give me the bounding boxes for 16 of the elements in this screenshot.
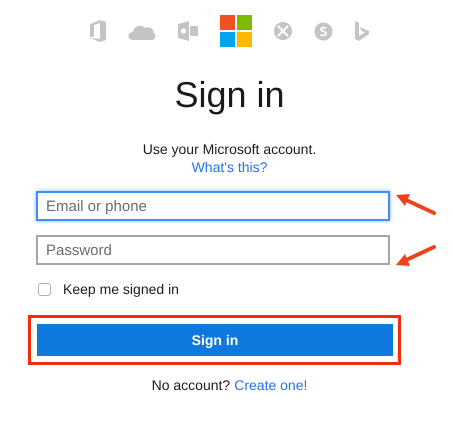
password-field[interactable]: Password: [36, 235, 390, 265]
skype-icon: [314, 22, 333, 40]
outlook-icon: [178, 21, 198, 41]
windows-logo: [220, 15, 252, 47]
bing-icon: [355, 21, 369, 41]
page-title: Sign in: [173, 77, 286, 113]
intro-text: Use your Microsoft account.: [142, 140, 316, 158]
checkbox-label: Keep me signed in: [63, 280, 179, 299]
office-icon: [90, 20, 106, 42]
email-field[interactable]: Email or phone: [36, 191, 390, 221]
xbox-icon: [274, 22, 292, 40]
create-account-link[interactable]: Create one!: [234, 375, 308, 396]
footer-text: No account?: [152, 376, 230, 395]
sign-in-button[interactable]: Sign in: [37, 324, 393, 356]
checkbox[interactable]: [38, 283, 51, 296]
whats-this-link[interactable]: What's this?: [192, 158, 268, 176]
